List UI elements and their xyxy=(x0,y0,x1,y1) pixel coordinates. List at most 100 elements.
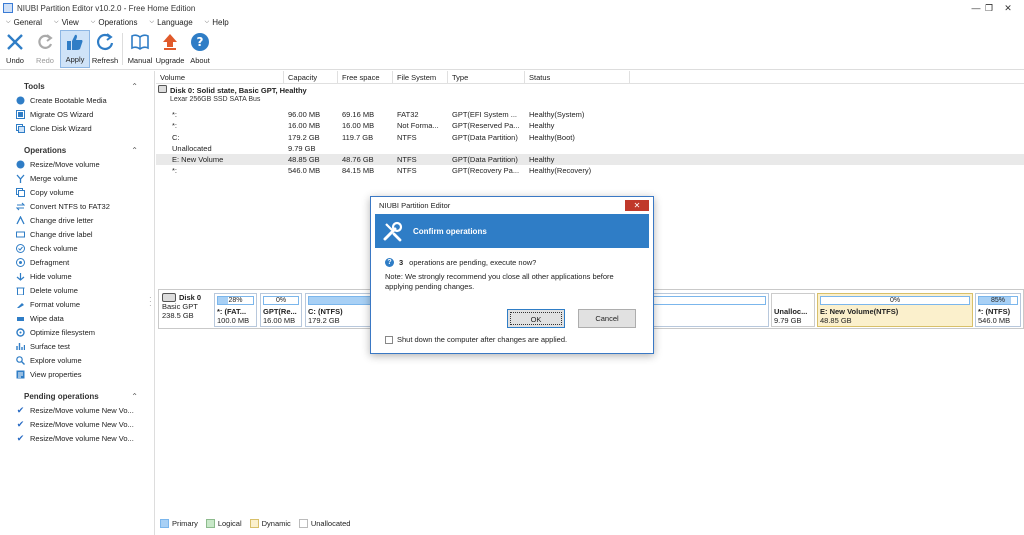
partition-block[interactable]: 28% *: (FAT... 100.0 MB xyxy=(214,293,257,327)
shutdown-checkbox[interactable] xyxy=(385,335,393,344)
migrate-icon xyxy=(16,109,25,119)
column-status[interactable]: Status xyxy=(525,71,630,83)
legend-unallocated: Unallocated xyxy=(298,518,350,528)
sidebar-item-properties[interactable]: View properties xyxy=(0,367,154,381)
apply-button[interactable]: Apply xyxy=(60,30,90,68)
ok-button[interactable]: OK xyxy=(507,309,565,328)
table-row[interactable]: *: 16.00 MB 16.00 MB Not Forma... GPT(Re… xyxy=(156,120,1024,131)
close-window-button[interactable]: ✕ xyxy=(994,0,1022,16)
delete-icon xyxy=(16,286,25,295)
upgrade-arrow-icon xyxy=(158,30,182,54)
column-free-space[interactable]: Free space xyxy=(338,71,393,83)
tools-icon xyxy=(381,219,405,243)
sidebar-item-copy[interactable]: Copy volume xyxy=(0,185,154,199)
partition-block-unallocated[interactable]: Unalloc... 9.79 GB xyxy=(771,293,815,327)
pending-item[interactable]: ✔ Resize/Move volume New Vo... xyxy=(0,403,154,417)
table-row[interactable]: C: 179.2 GB 119.7 GB NTFS GPT(Data Parti… xyxy=(156,132,1024,143)
resize-icon xyxy=(16,160,25,169)
sidebar-item-surface-test[interactable]: Surface test xyxy=(0,339,154,353)
merge-icon xyxy=(16,174,25,183)
disk-row[interactable]: Disk 0: Solid state, Basic GPT, Healthy xyxy=(156,84,1024,96)
redo-button[interactable]: Redo xyxy=(30,30,60,68)
dialog-banner: Confirm operations xyxy=(375,214,649,248)
partition-legend: Primary Logical Dynamic Unallocated xyxy=(160,517,358,529)
manual-button[interactable]: Manual xyxy=(125,30,155,68)
legend-dynamic: Dynamic xyxy=(249,518,291,528)
defragment-icon xyxy=(16,257,25,267)
menu-operations[interactable]: ⌵ Operations xyxy=(91,18,138,27)
app-icon xyxy=(3,3,13,13)
legend-primary: Primary xyxy=(160,518,198,528)
upgrade-button[interactable]: Upgrade xyxy=(155,30,185,68)
toolbar-separator xyxy=(122,33,123,65)
sidebar-item-wipe[interactable]: Wipe data xyxy=(0,311,154,325)
sidebar-item-change-label[interactable]: Change drive label xyxy=(0,227,154,241)
dialog-close-button[interactable]: ✕ xyxy=(625,200,649,211)
sidebar-item-explore[interactable]: Explore volume xyxy=(0,353,154,367)
collapse-caret-icon[interactable]: ⌃ xyxy=(131,82,138,91)
pending-section-header[interactable]: Pending operations ⌃ xyxy=(0,389,154,403)
column-volume[interactable]: Volume xyxy=(156,71,284,83)
collapse-caret-icon[interactable]: ⌃ xyxy=(131,146,138,155)
sidebar-item-change-letter[interactable]: Change drive letter xyxy=(0,213,154,227)
cancel-button[interactable]: Cancel xyxy=(578,309,636,328)
table-row[interactable]: *: 96.00 MB 69.16 MB FAT32 GPT(EFI Syste… xyxy=(156,109,1024,120)
table-row-selected[interactable]: E: New Volume 48.85 GB 48.76 GB NTFS GPT… xyxy=(156,154,1024,166)
dialog-title-bar: NIUBI Partition Editor ✕ xyxy=(371,197,653,214)
sidebar-item-resize-move[interactable]: Resize/Move volume xyxy=(0,157,154,171)
label-icon xyxy=(16,230,25,239)
sidebar-item-delete[interactable]: Delete volume xyxy=(0,283,154,297)
disk-model: Lexar 256GB SSD SATA Bus xyxy=(170,96,261,103)
column-capacity[interactable]: Capacity xyxy=(284,71,338,83)
bootable-media-icon xyxy=(16,96,25,105)
sidebar-item-hide[interactable]: Hide volume xyxy=(0,269,154,283)
column-type[interactable]: Type xyxy=(448,71,525,83)
sidebar-item-defragment[interactable]: Defragment xyxy=(0,255,154,269)
pending-item[interactable]: ✔ Resize/Move volume New Vo... xyxy=(0,431,154,445)
sidebar-item-check[interactable]: Check volume xyxy=(0,241,154,255)
column-file-system[interactable]: File System xyxy=(393,71,448,83)
undo-button[interactable]: Undo xyxy=(0,30,30,68)
sidebar-item-convert[interactable]: Convert NTFS to FAT32 xyxy=(0,199,154,213)
checkmark-icon: ✔ xyxy=(16,432,25,443)
partition-block-selected[interactable]: 0% E: New Volume(NTFS) 48.85 GB xyxy=(817,293,973,327)
menu-view[interactable]: ⌵ View xyxy=(54,18,79,27)
legend-logical: Logical xyxy=(205,518,242,528)
operations-section-header[interactable]: Operations ⌃ xyxy=(0,143,154,157)
sidebar-item-format[interactable]: Format volume xyxy=(0,297,154,311)
volume-table-header: Volume Capacity Free space File System T… xyxy=(156,71,1024,84)
question-icon: ? xyxy=(385,258,394,267)
sidebar-item-create-bootable-media[interactable]: Create Bootable Media xyxy=(0,93,154,107)
sidebar-item-migrate-os[interactable]: Migrate OS Wizard xyxy=(0,107,154,121)
sidebar-item-clone-disk[interactable]: Clone Disk Wizard xyxy=(0,121,154,135)
thumbs-up-icon xyxy=(63,31,87,53)
usage-bar: 28% xyxy=(217,296,254,305)
table-row[interactable]: Unallocated 9.79 GB xyxy=(156,143,1024,154)
convert-icon xyxy=(16,202,25,211)
sidebar-item-merge[interactable]: Merge volume xyxy=(0,171,154,185)
usage-bar: 0% xyxy=(820,296,970,305)
table-row[interactable]: *: 546.0 MB 84.15 MB NTFS GPT(Recovery P… xyxy=(156,165,1024,176)
collapse-caret-icon[interactable]: ⌃ xyxy=(131,392,138,401)
chevron-down-icon: ⌵ xyxy=(149,19,155,25)
redo-icon xyxy=(33,30,57,54)
refresh-button[interactable]: Refresh xyxy=(90,30,120,68)
pending-item[interactable]: ✔ Resize/Move volume New Vo... xyxy=(0,417,154,431)
menu-general[interactable]: ⌵ General xyxy=(6,18,42,27)
tools-section-header[interactable]: Tools ⌃ xyxy=(0,79,154,93)
partition-block[interactable]: 85% *: (NTFS) 546.0 MB xyxy=(975,293,1021,327)
checkmark-icon: ✔ xyxy=(16,404,25,415)
check-volume-icon xyxy=(16,243,25,253)
menu-help[interactable]: ⌵ Help xyxy=(205,18,229,27)
partition-block[interactable]: 0% GPT(Re... 16.00 MB xyxy=(260,293,302,327)
about-button[interactable]: ? About xyxy=(185,30,215,68)
toolbar: Undo Redo Apply Refresh Manual Upgrade ? xyxy=(0,30,1024,70)
hide-icon xyxy=(16,272,25,281)
usage-bar xyxy=(774,296,812,305)
refresh-icon xyxy=(93,30,117,54)
disk-map-label[interactable]: Disk 0 Basic GPT 238.5 GB xyxy=(162,293,212,327)
shutdown-checkbox-row[interactable]: Shut down the computer after changes are… xyxy=(385,335,567,344)
splitter-grip[interactable]: · · · xyxy=(149,294,152,310)
menu-language[interactable]: ⌵ Language xyxy=(150,18,193,27)
sidebar-item-optimize[interactable]: Optimize filesystem xyxy=(0,325,154,339)
